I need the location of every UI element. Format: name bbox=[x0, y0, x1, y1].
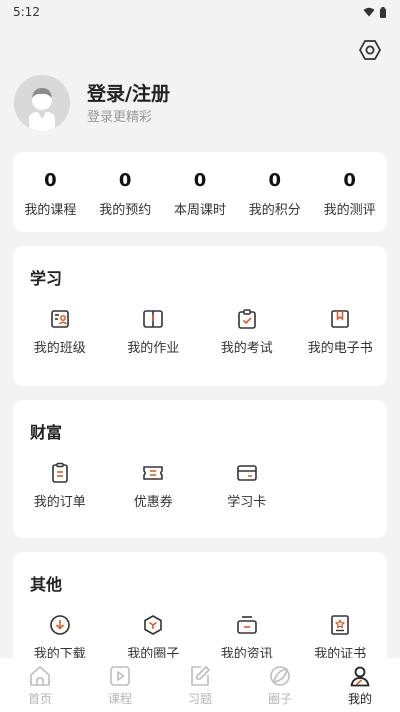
grid-label: 我的班级 bbox=[33, 341, 86, 356]
tab-label: 课程 bbox=[107, 692, 132, 706]
stat-label: 我的积分 bbox=[248, 203, 301, 218]
stat-my-points[interactable]: 0 我的积分 bbox=[237, 152, 312, 232]
wifi-icon bbox=[363, 7, 375, 17]
grid-label: 我的考试 bbox=[220, 341, 273, 356]
stat-value: 0 bbox=[343, 170, 356, 191]
stat-value: 0 bbox=[268, 170, 282, 191]
my-circles-item[interactable]: 我的圈子 bbox=[107, 614, 201, 663]
tab-label: 我的 bbox=[347, 692, 372, 706]
tab-label: 首页 bbox=[27, 692, 52, 706]
stat-weekly-hours[interactable]: 0 本周课时 bbox=[163, 152, 238, 232]
coupons-item[interactable]: 优惠券 bbox=[107, 462, 201, 511]
my-news-item[interactable]: 我的资讯 bbox=[200, 614, 294, 663]
stats-card: 0 我的课程 0 我的预约 0 本周课时 0 我的积分 0 我的测评 bbox=[13, 152, 387, 232]
stat-label: 本周课时 bbox=[173, 203, 226, 218]
other-grid: 我的下载 我的圈子 我的资讯 我的证书 bbox=[13, 614, 387, 663]
circle-leaf-icon bbox=[267, 663, 293, 689]
tab-exercises[interactable]: 习题 bbox=[160, 658, 240, 712]
order-icon bbox=[49, 462, 71, 484]
grid-label: 我的电子书 bbox=[307, 341, 373, 356]
status-bar: 5:12 bbox=[0, 0, 400, 24]
profile-text: 登录/注册 登录更精彩 bbox=[87, 81, 170, 126]
my-class-item[interactable]: 我的班级 bbox=[13, 308, 107, 357]
class-icon bbox=[49, 308, 71, 330]
card-icon bbox=[236, 462, 258, 484]
stat-label: 我的测评 bbox=[323, 203, 376, 218]
default-avatar-icon bbox=[14, 75, 70, 131]
my-downloads-item[interactable]: 我的下载 bbox=[13, 614, 107, 663]
grid-label: 我的作业 bbox=[127, 341, 180, 356]
stat-label: 我的预约 bbox=[99, 203, 152, 218]
ebook-bookmark-icon bbox=[329, 308, 351, 330]
stat-my-appointments[interactable]: 0 我的预约 bbox=[88, 152, 163, 232]
grid-label: 学习卡 bbox=[227, 495, 267, 510]
homework-book-icon bbox=[142, 308, 164, 330]
download-icon bbox=[49, 614, 71, 636]
status-icons bbox=[363, 6, 386, 18]
coupon-icon bbox=[142, 462, 164, 484]
home-icon bbox=[27, 663, 53, 689]
login-subtitle: 登录更精彩 bbox=[87, 109, 153, 125]
my-ebook-item[interactable]: 我的电子书 bbox=[294, 308, 388, 357]
section-title: 财富 bbox=[30, 423, 63, 442]
section-title: 其他 bbox=[30, 575, 63, 594]
profile-icon bbox=[347, 663, 373, 689]
stat-label: 我的课程 bbox=[24, 203, 77, 218]
wealth-section: 财富 我的订单 优惠券 学习卡 bbox=[13, 400, 387, 538]
grid-label: 优惠券 bbox=[133, 495, 173, 510]
study-section: 学习 我的班级 我的作业 我的考试 我的电子书 bbox=[13, 246, 387, 386]
login-register-link[interactable]: 登录/注册 bbox=[87, 81, 170, 107]
stat-my-assessments[interactable]: 0 我的测评 bbox=[312, 152, 387, 232]
settings-gear-icon bbox=[359, 40, 381, 60]
tab-courses[interactable]: 课程 bbox=[80, 658, 160, 712]
exam-clipboard-icon bbox=[236, 308, 258, 330]
settings-button[interactable] bbox=[356, 36, 384, 64]
tab-home[interactable]: 首页 bbox=[0, 658, 80, 712]
my-exam-item[interactable]: 我的考试 bbox=[200, 308, 294, 357]
stat-value: 0 bbox=[118, 170, 132, 191]
certificate-icon bbox=[329, 614, 351, 636]
section-title: 学习 bbox=[30, 269, 63, 288]
course-play-icon bbox=[107, 663, 133, 689]
avatar[interactable] bbox=[14, 75, 70, 131]
wealth-grid: 我的订单 优惠券 学习卡 bbox=[13, 462, 387, 511]
stat-value: 0 bbox=[193, 170, 207, 191]
study-grid: 我的班级 我的作业 我的考试 我的电子书 bbox=[13, 308, 387, 357]
my-certificates-item[interactable]: 我的证书 bbox=[294, 614, 388, 663]
stat-my-courses[interactable]: 0 我的课程 bbox=[13, 152, 88, 232]
study-card-item[interactable]: 学习卡 bbox=[200, 462, 294, 511]
circle-icon bbox=[142, 614, 164, 636]
my-homework-item[interactable]: 我的作业 bbox=[107, 308, 201, 357]
exercise-edit-icon bbox=[187, 663, 213, 689]
status-time: 5:12 bbox=[13, 5, 40, 19]
profile-header[interactable]: 登录/注册 登录更精彩 bbox=[14, 74, 374, 132]
tab-label: 习题 bbox=[187, 692, 212, 706]
news-icon bbox=[236, 614, 258, 636]
bottom-tab-bar: 首页 课程 习题 圈子 我的 bbox=[0, 658, 400, 712]
tab-circles[interactable]: 圈子 bbox=[240, 658, 320, 712]
grid-label: 我的订单 bbox=[33, 495, 86, 510]
battery-icon bbox=[380, 6, 386, 18]
tab-profile[interactable]: 我的 bbox=[320, 658, 400, 712]
stat-value: 0 bbox=[44, 170, 57, 191]
my-orders-item[interactable]: 我的订单 bbox=[13, 462, 107, 511]
tab-label: 圈子 bbox=[267, 692, 292, 706]
